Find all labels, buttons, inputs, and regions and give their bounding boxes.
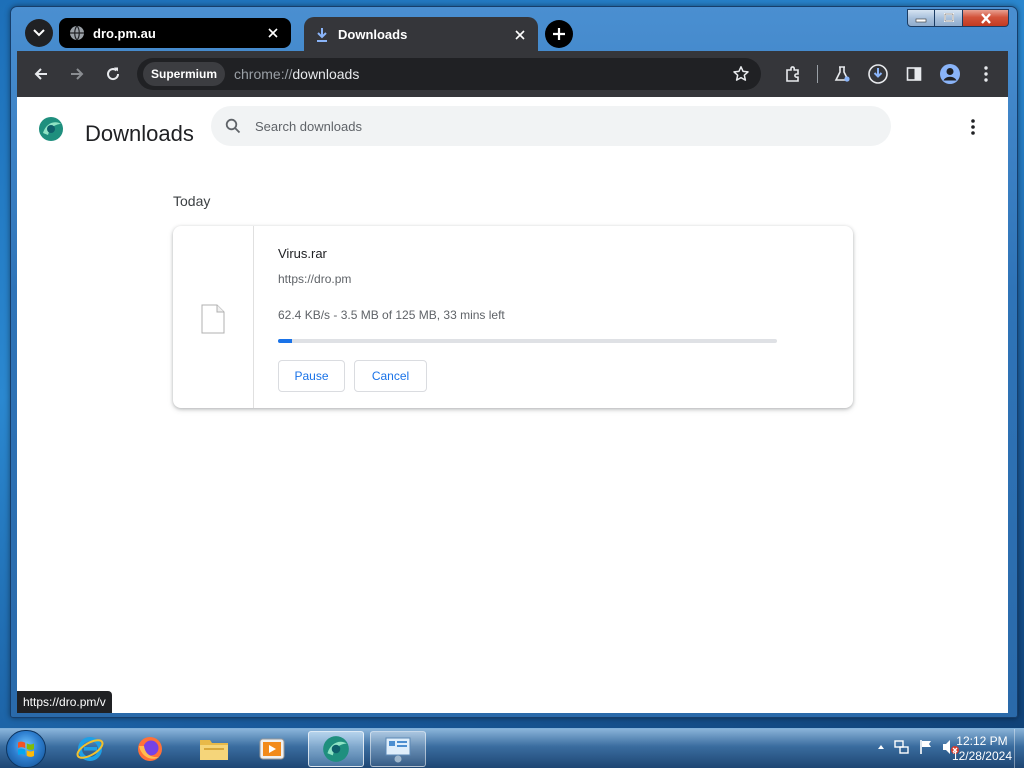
tab-title: Downloads — [338, 27, 408, 42]
search-icon — [223, 116, 243, 136]
download-progress-icon — [868, 64, 888, 84]
toolbar-actions — [775, 56, 1004, 92]
toolbar-divider — [817, 65, 818, 83]
tab-strip: dro.pm.au Downloads — [19, 17, 899, 52]
show-hidden-icons-icon[interactable] — [877, 744, 885, 750]
taskbar-supermium[interactable] — [308, 731, 364, 767]
download-filename[interactable]: Virus.rar — [278, 246, 327, 261]
file-icon — [201, 304, 225, 334]
download-source-url[interactable]: https://dro.pm — [278, 272, 351, 286]
taskbar: 12:12 PM 12/28/2024 — [0, 728, 1024, 768]
address-bar[interactable]: Supermium chrome://downloads — [137, 58, 761, 90]
search-bar[interactable] — [211, 106, 891, 146]
tab-title: dro.pm.au — [93, 25, 156, 41]
back-button[interactable] — [23, 56, 59, 92]
firefox-icon — [138, 737, 162, 761]
reload-button[interactable] — [95, 56, 131, 92]
arrow-right-icon — [71, 68, 84, 80]
system-clock[interactable]: 12:12 PM 12/28/2024 — [952, 734, 1012, 764]
file-explorer-icon — [200, 740, 228, 760]
avatar-icon — [940, 64, 960, 84]
system-tray — [877, 739, 960, 755]
download-status-text: 62.4 KB/s - 3.5 MB of 125 MB, 33 mins le… — [278, 308, 505, 322]
show-desktop-button[interactable] — [1014, 729, 1024, 768]
side-panel-icon — [906, 67, 922, 81]
taskbar-firefox[interactable] — [122, 731, 178, 767]
minimize-button[interactable] — [907, 9, 935, 27]
start-button[interactable] — [6, 730, 46, 768]
url-text[interactable]: chrome://downloads — [234, 66, 359, 82]
maximize-button[interactable] — [935, 9, 963, 27]
globe-icon — [69, 25, 85, 41]
windows-logo-icon — [18, 741, 34, 757]
status-bar-url: https://dro.pm/v — [17, 691, 112, 713]
plus-icon — [553, 28, 565, 40]
puzzle-icon — [786, 66, 799, 82]
window-close-button[interactable] — [963, 9, 1009, 27]
browser-menu-button[interactable] — [968, 56, 1004, 92]
download-progress-fill — [278, 339, 292, 343]
chevron-down-icon — [33, 29, 45, 37]
clock-date: 12/28/2024 — [951, 749, 1012, 763]
tab-dro-pm[interactable]: dro.pm.au — [59, 18, 291, 48]
reload-icon — [107, 67, 120, 81]
tab-downloads[interactable]: Downloads — [304, 17, 538, 52]
forward-button[interactable] — [59, 56, 95, 92]
download-item-card: Virus.rar https://dro.pm 62.4 KB/s - 3.5… — [173, 226, 853, 408]
pause-button[interactable]: Pause — [278, 360, 345, 392]
profile-button[interactable] — [932, 56, 968, 92]
download-item-icon-column — [173, 226, 254, 408]
tab-close-icon[interactable] — [512, 27, 528, 43]
taskbar-internet-explorer[interactable] — [62, 731, 118, 767]
internet-explorer-icon — [76, 737, 104, 761]
kebab-menu-icon — [984, 66, 988, 82]
flask-icon — [834, 66, 850, 82]
kebab-menu-icon — [971, 119, 975, 135]
labs-button[interactable] — [824, 56, 860, 92]
downloads-toolbar-button[interactable] — [860, 56, 896, 92]
clock-time: 12:12 PM — [956, 734, 1008, 748]
tab-search-button[interactable] — [25, 19, 53, 47]
bookmark-star-icon[interactable] — [729, 62, 753, 86]
download-icon — [314, 27, 330, 43]
supermium-icon — [323, 736, 349, 762]
arrow-left-icon — [34, 68, 47, 80]
page-title: Downloads — [85, 121, 194, 146]
browser-window: dro.pm.au Downloads Supermium chrome://d… — [10, 6, 1018, 718]
taskbar-media-player[interactable] — [244, 731, 300, 767]
site-info-chip[interactable]: Supermium — [143, 62, 226, 86]
supermium-logo-icon — [39, 117, 63, 141]
media-player-icon — [259, 738, 285, 760]
control-panel-icon — [385, 737, 411, 763]
extensions-button[interactable] — [775, 56, 811, 92]
browser-toolbar: Supermium chrome://downloads — [17, 51, 1008, 97]
side-panel-button[interactable] — [896, 56, 932, 92]
download-progress-bar — [278, 339, 777, 343]
new-tab-button[interactable] — [545, 20, 573, 48]
action-center-flag-icon[interactable] — [919, 739, 933, 755]
search-input[interactable] — [255, 118, 855, 134]
tab-close-icon[interactable] — [265, 25, 281, 41]
taskbar-control-panel[interactable] — [370, 731, 426, 767]
network-icon[interactable] — [894, 739, 910, 755]
taskbar-file-explorer[interactable] — [186, 731, 242, 767]
window-controls — [907, 9, 1009, 27]
downloads-more-actions-button[interactable] — [961, 115, 985, 139]
date-section-heading: Today — [173, 193, 211, 209]
cancel-button[interactable]: Cancel — [354, 360, 427, 392]
downloads-page: Downloads Today Virus.rar https://dro.pm… — [17, 97, 1008, 713]
